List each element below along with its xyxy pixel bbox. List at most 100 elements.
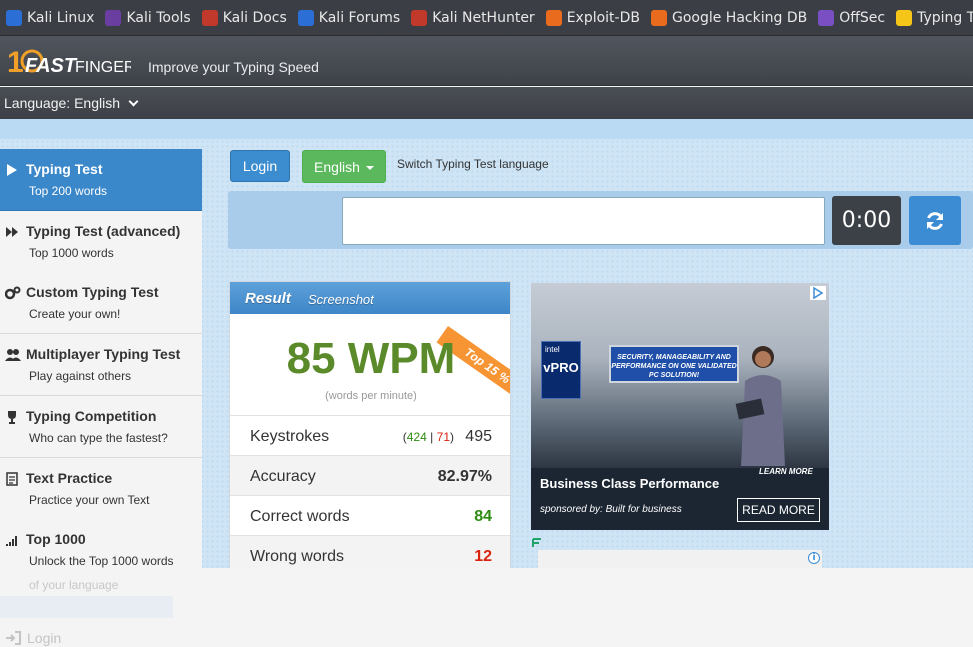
correct-words-value: 84 — [474, 508, 492, 525]
chevron-down-icon — [128, 96, 139, 106]
wpm-value: 85 WPM — [286, 334, 456, 383]
sidebar-item-typing-test[interactable]: Typing Test Top 200 words — [0, 149, 202, 211]
bookmark-item[interactable]: Exploit-DB — [545, 9, 640, 26]
typing-input[interactable] — [342, 197, 825, 245]
sidebar-item-text-practice[interactable]: Text Practice Practice your own Text — [0, 457, 202, 520]
sidebar-item-title: Typing Test — [26, 161, 103, 177]
sidebar-item-subtitle: Create your own! — [29, 307, 121, 322]
info-icon[interactable]: i — [808, 552, 820, 564]
bookmark-label: Kali Linux — [27, 9, 95, 26]
correct-words-label: Correct words — [250, 508, 350, 525]
svg-text:FAST: FAST — [25, 55, 78, 77]
refresh-icon — [927, 211, 943, 230]
sidebar-item-subtitle: Who can type the fastest? — [29, 430, 168, 445]
sidebar-item-title: Custom Typing Test — [26, 284, 159, 301]
intel-vpro-badge: intel vPRO — [541, 341, 581, 399]
bookmark-item[interactable]: Typing Test En — [896, 9, 973, 26]
accuracy-value: 82.97% — [437, 468, 492, 485]
sidebar-fade-bar — [0, 596, 173, 618]
kali-dragon-icon — [6, 9, 22, 26]
reload-button[interactable] — [909, 196, 961, 245]
keystrokes-correct: 424 — [406, 430, 427, 444]
language-selector[interactable]: Language: English — [4, 95, 139, 111]
language-button-label: English — [314, 158, 360, 175]
sidebar-login-link[interactable]: Login — [5, 630, 61, 646]
result-header: Result Screenshot — [230, 282, 510, 314]
bookmark-item[interactable]: Kali Linux — [6, 9, 95, 26]
keystrokes-row: Keystrokes (424 | 71) 495 — [230, 415, 510, 455]
bookmark-item[interactable]: OffSec — [818, 9, 886, 26]
sidebar-item-title: Text Practice — [26, 469, 113, 486]
bookmark-label: OffSec — [839, 9, 886, 26]
sidebar-item-multiplayer-typing-test[interactable]: Multiplayer Typing Test Play against othe… — [0, 334, 202, 397]
bookmark-item[interactable]: Kali Tools — [105, 9, 191, 26]
accuracy-label: Accuracy — [250, 468, 316, 485]
caret-down-icon — [365, 165, 374, 170]
nethunter-icon — [411, 9, 428, 26]
top1000-subtitle-line2: of your language — [29, 578, 119, 592]
vpro-label: vPRO — [543, 360, 579, 375]
keystrokes-separator: | — [430, 430, 434, 444]
sidebar-item-custom-typing-test[interactable]: Custom Typing Test Create your own! — [0, 272, 202, 335]
intel-brand: intel — [545, 345, 560, 354]
bookmark-item[interactable]: Kali NetHunter — [411, 9, 535, 26]
bookmark-label: Google Hacking DB — [671, 9, 808, 26]
bookmark-label: Kali NetHunter — [432, 9, 535, 26]
play-icon — [5, 163, 19, 177]
adchoices-icon[interactable] — [810, 286, 826, 300]
sidebar-item-title: Typing Test (advanced) — [26, 222, 181, 239]
bookmark-label: Kali Tools — [126, 9, 191, 26]
ad-person-figure — [735, 346, 785, 466]
ghdb-icon — [650, 9, 667, 26]
trophy-icon — [5, 410, 19, 424]
ad-sponsor: sponsored by: Built for business — [540, 504, 682, 515]
gears-icon — [4, 286, 21, 300]
bookmark-item[interactable]: Google Hacking DB — [650, 9, 808, 26]
site-header: 1 FAST FINGERS Improve your Typing Speed — [0, 36, 973, 86]
kali-forums-icon — [297, 9, 314, 26]
keystrokes-wrong: 71 — [436, 430, 450, 444]
sidebar-item-title: Top 1000 — [26, 531, 86, 548]
bookmark-item[interactable]: Kali Docs — [201, 9, 287, 26]
bookmark-label: Exploit-DB — [566, 9, 640, 26]
offsec-icon — [818, 9, 835, 26]
keystrokes-label: Keystrokes — [250, 428, 330, 445]
sidebar-item-subtitle: Top 200 words — [29, 184, 108, 198]
accuracy-row: Accuracy 82.97% — [230, 455, 510, 495]
sidebar-item-subtitle: Practice your own Text — [29, 492, 150, 507]
keystrokes-detail: (424 | 71) — [402, 430, 454, 444]
sidebar-item-title: Typing Competition — [26, 407, 157, 424]
ad-learn-more: LEARN MORE — [759, 467, 813, 476]
sidebar-item-subtitle: Top 1000 words — [29, 245, 114, 260]
kali-tools-icon — [105, 9, 122, 26]
ad-title: Business Class Performance — [540, 476, 720, 491]
login-button[interactable]: Login — [230, 150, 290, 182]
correct-words-row: Correct words 84 — [230, 495, 510, 535]
wrong-words-value: 12 — [474, 548, 492, 565]
site-logo[interactable]: 1 FAST FINGERS — [5, 42, 131, 80]
result-panel: Result Screenshot Top 15 % 85 WPM (words… — [229, 281, 511, 581]
secondary-ad-slot — [538, 550, 822, 568]
timer: 0:00 — [832, 196, 901, 245]
wpm-caption: (words per minute) — [325, 390, 417, 402]
sign-in-icon — [6, 631, 21, 645]
bookmarks-bar: Kali Linux Kali Tools Kali Docs Kali Forums… — [0, 0, 973, 36]
content-top-strip — [0, 119, 973, 139]
sidebar-item-title: Multiplayer Typing Test — [26, 346, 181, 363]
language-dropdown-button[interactable]: English — [302, 150, 386, 183]
ad-read-more-button[interactable]: READ MORE — [737, 498, 820, 522]
freestar-icon — [532, 538, 541, 547]
bookmark-label: Kali Docs — [222, 9, 287, 26]
svg-text:FINGERS: FINGERS — [75, 59, 131, 76]
bookmark-item[interactable]: Kali Forums — [297, 9, 400, 26]
sidebar-item-typing-test-advanced[interactable]: Typing Test (advanced) Top 1000 words — [0, 210, 202, 273]
users-icon — [5, 348, 21, 362]
sidebar-item-typing-competition[interactable]: Typing Competition Who can type the faste… — [0, 395, 202, 458]
signal-bars-icon — [5, 533, 19, 547]
tab-screenshot[interactable]: Screenshot — [308, 292, 374, 307]
site-slogan: Improve your Typing Speed — [148, 59, 319, 75]
tab-result[interactable]: Result — [245, 290, 291, 307]
advertisement[interactable]: intel vPRO SECURITY, MANAGEABILITY AND P… — [531, 283, 829, 530]
sidebar-item-subtitle: Unlock the Top 1000 words — [29, 554, 174, 569]
exploit-db-icon — [545, 9, 562, 26]
